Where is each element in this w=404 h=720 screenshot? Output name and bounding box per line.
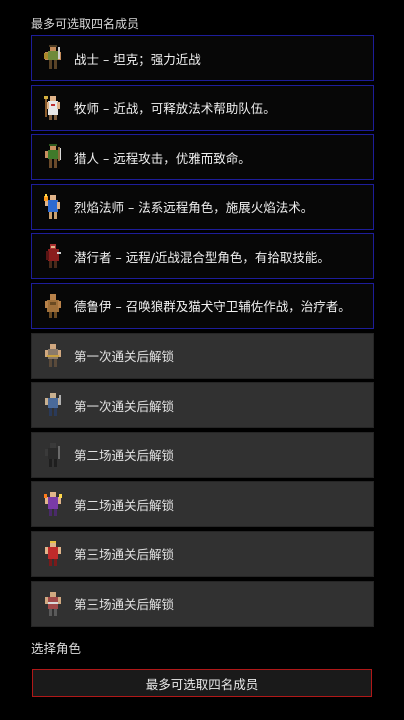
confirm-party-button[interactable]: 最多可选取四名成员 (32, 669, 372, 697)
locked-character-row[interactable]: 第三场通关后解锁 (31, 580, 374, 627)
locked-character-2-sprite-icon (42, 391, 64, 419)
character-row-fire-mage[interactable]: 烈焰法师 – 法系远程角色，施展火焰法术。 (31, 183, 374, 230)
locked-character-row[interactable]: 第二场通关后解锁 (31, 431, 374, 478)
confirm-party-button-label: 最多可选取四名成员 (145, 676, 259, 692)
choose-character-label: 选择角色 (31, 641, 82, 656)
character-label: 第三场通关后解锁 (74, 597, 175, 613)
locked-character-row[interactable]: 第二场通关后解锁 (31, 481, 374, 528)
character-label: 第一次通关后解锁 (74, 398, 175, 414)
priest-sprite-icon (42, 94, 64, 122)
character-list: 战士 – 坦克；强力近战 牧师 – 近战，可释放法术帮助队伍。 猎人 – 远程攻… (31, 35, 374, 630)
hunter-sprite-icon (42, 143, 64, 171)
rogue-sprite-icon (42, 242, 64, 270)
character-row-druid[interactable]: 德鲁伊 – 召唤狼群及猫犬守卫辅佐作战，治疗者。 (31, 282, 374, 329)
locked-character-4-sprite-icon (42, 490, 64, 518)
selection-hint: 最多可选取四名成员 (31, 17, 140, 31)
character-label: 牧师 – 近战，可释放法术帮助队伍。 (74, 101, 276, 117)
character-label: 第一次通关后解锁 (74, 349, 175, 365)
locked-character-5-sprite-icon (42, 540, 64, 568)
fire-mage-sprite-icon (42, 193, 64, 221)
character-label: 战士 – 坦克；强力近战 (74, 51, 201, 67)
locked-character-3-sprite-icon (42, 441, 64, 469)
character-row-rogue[interactable]: 潜行者 – 远程/近战混合型角色，有拾取技能。 (31, 233, 374, 280)
locked-character-row[interactable]: 第一次通关后解锁 (31, 332, 374, 379)
character-row-priest[interactable]: 牧师 – 近战，可释放法术帮助队伍。 (31, 84, 374, 131)
locked-character-1-sprite-icon (42, 342, 64, 370)
character-label: 烈焰法师 – 法系远程角色，施展火焰法术。 (74, 200, 314, 216)
character-row-hunter[interactable]: 猎人 – 远程攻击，优雅而致命。 (31, 134, 374, 181)
character-label: 第二场通关后解锁 (74, 448, 175, 464)
character-label: 第三场通关后解锁 (74, 547, 175, 563)
locked-character-6-sprite-icon (42, 590, 64, 618)
character-label: 第二场通关后解锁 (74, 497, 175, 513)
warrior-sprite-icon (42, 44, 64, 72)
druid-sprite-icon (42, 292, 64, 320)
locked-character-row[interactable]: 第三场通关后解锁 (31, 530, 374, 577)
character-label: 德鲁伊 – 召唤狼群及猫犬守卫辅佐作战，治疗者。 (74, 299, 351, 315)
character-label: 猎人 – 远程攻击，优雅而致命。 (74, 150, 251, 166)
locked-character-row[interactable]: 第一次通关后解锁 (31, 382, 374, 429)
character-label: 潜行者 – 远程/近战混合型角色，有拾取技能。 (74, 249, 330, 265)
character-row-warrior[interactable]: 战士 – 坦克；强力近战 (31, 35, 374, 81)
